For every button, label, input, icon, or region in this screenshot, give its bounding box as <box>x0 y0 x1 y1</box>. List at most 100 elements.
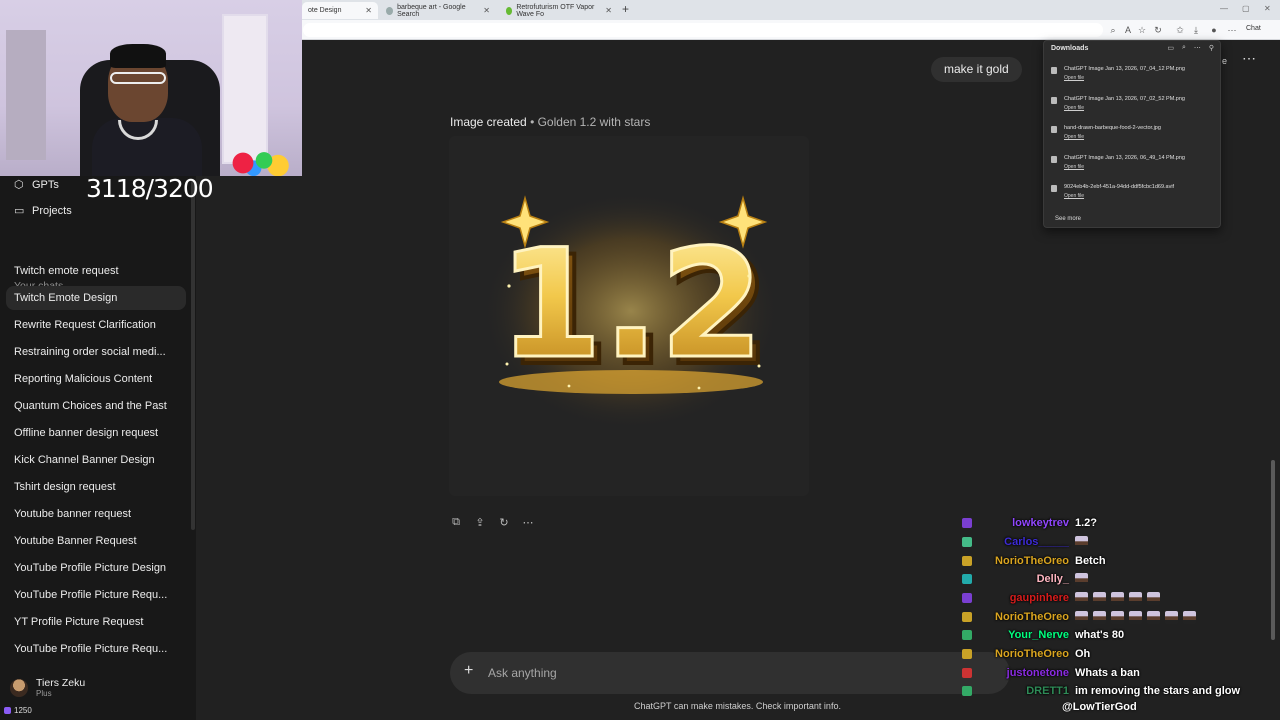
chat-username: lowkeytrev <box>1012 517 1069 529</box>
glitter <box>757 364 761 368</box>
file-icon <box>1051 185 1057 192</box>
sub-count: 1250 <box>14 706 32 715</box>
chat-item[interactable]: YouTube Profile Picture Requ... <box>14 589 167 601</box>
chat-item[interactable]: Rewrite Request Clarification <box>14 319 156 331</box>
download-item[interactable]: ChatGPT Image Jan 13, 2026, 06_49_14 PM.… <box>1051 155 1216 177</box>
emote-icon <box>1075 535 1088 549</box>
download-filename: hand-drawn-barbeque-food-2-vector.jpg <box>1064 125 1161 131</box>
open-file-link[interactable]: Open file <box>1064 134 1084 140</box>
open-file-link[interactable]: Open file <box>1064 193 1084 199</box>
downloads-panel: Downloads ▭ ⌕ ⋯ ⚲ ChatGPT Image Jan 13, … <box>1043 40 1221 228</box>
sidebar-item-gpts[interactable]: ⬡ GPTs <box>14 178 59 191</box>
close-tab-icon[interactable]: ✕ <box>365 6 372 15</box>
chat-item[interactable]: Tshirt design request <box>14 481 116 493</box>
add-attachment-icon[interactable]: + <box>464 662 473 680</box>
search-icon[interactable]: ⌕ <box>1182 44 1186 52</box>
chat-item[interactable]: Twitch emote request <box>14 265 119 277</box>
download-item[interactable]: hand-drawn-barbeque-food-2-vector.jpg Op… <box>1051 125 1216 147</box>
chat-username: Your_Nerve <box>1008 629 1069 641</box>
sidebar-item-projects[interactable]: ▭ Projects <box>14 204 72 217</box>
glitter <box>697 386 701 390</box>
read-aloud-icon[interactable]: A <box>1122 24 1134 36</box>
open-file-link[interactable]: Open file <box>1064 164 1084 170</box>
sub-badge-icon <box>962 593 972 603</box>
chat-item[interactable]: Offline banner design request <box>14 427 158 439</box>
disclaimer-text: ChatGPT can make mistakes. Check importa… <box>634 701 841 711</box>
webcam-rug <box>222 150 292 176</box>
tab-twitch-emote-design[interactable]: ote Design ✕ <box>302 2 378 19</box>
chat-text-continuation: @LowTierGod <box>1062 701 1137 713</box>
regenerate-icon[interactable]: ↻ <box>498 516 510 530</box>
chat-item[interactable]: Restraining order social medi... <box>14 346 166 358</box>
emote-icon <box>1111 591 1124 605</box>
chat-item[interactable]: Reporting Malicious Content <box>14 373 152 385</box>
image-created-label: Image created <box>450 115 527 129</box>
emote-icon <box>1147 610 1160 624</box>
tab-barbeque-search[interactable]: barbeque art - Google Search ✕ <box>380 2 496 19</box>
chat-username: NorioTheOreo <box>995 648 1069 660</box>
copy-icon[interactable]: ⧉ <box>450 516 462 530</box>
downloads-icon[interactable]: ⤓ <box>1190 24 1202 36</box>
chat-item[interactable]: Kick Channel Banner Design <box>14 454 155 466</box>
account-menu[interactable]: Tiers Zeku Plus <box>10 677 85 698</box>
url-field[interactable] <box>303 23 1103 37</box>
share-icon[interactable]: ⇪ <box>474 516 486 530</box>
chat-item[interactable]: Quantum Choices and the Past <box>14 400 167 412</box>
user-message: make it gold <box>931 57 1022 82</box>
close-window-icon[interactable]: ✕ <box>1264 4 1271 13</box>
profile-icon[interactable]: ● <box>1208 24 1220 36</box>
emote-icon <box>1165 610 1178 624</box>
new-tab-icon[interactable]: + <box>622 2 629 16</box>
chat-text: Whats a ban <box>1075 667 1140 679</box>
emote-icon <box>1093 610 1106 624</box>
see-more-link[interactable]: See more <box>1055 216 1081 222</box>
open-file-link[interactable]: Open file <box>1064 75 1084 81</box>
favorite-star-icon[interactable]: ☆ <box>1136 24 1148 36</box>
site-favicon-icon <box>506 6 513 15</box>
open-folder-icon[interactable]: ▭ <box>1167 44 1174 52</box>
file-icon <box>1051 67 1057 74</box>
prompt-input[interactable] <box>488 664 948 682</box>
download-item[interactable]: ChatGPT Image Jan 13, 2026, 07_04_12 PM.… <box>1051 66 1216 88</box>
emote-icon <box>1075 572 1088 586</box>
copilot-chat-button[interactable]: Chat <box>1246 25 1261 32</box>
conversation-options-icon[interactable]: ⋯ <box>1242 50 1256 67</box>
chat-item[interactable]: YT Profile Picture Request <box>14 616 143 628</box>
minimize-icon[interactable]: — <box>1220 4 1228 13</box>
tab-label: ote Design <box>308 7 342 14</box>
chat-item[interactable]: YouTube Profile Picture Requ... <box>14 643 167 655</box>
file-icon <box>1051 97 1057 104</box>
refresh-icon[interactable]: ↻ <box>1152 24 1164 36</box>
more-options-icon[interactable]: ⋯ <box>522 516 534 530</box>
generated-image[interactable]: 1.2 1.2 <box>449 136 809 496</box>
close-tab-icon[interactable]: ✕ <box>605 6 612 15</box>
tab-retrofuturism-font[interactable]: Retrofuturism OTF Vapor Wave Fo ✕ <box>500 2 618 19</box>
zoom-icon[interactable]: ⌕ <box>1107 24 1119 36</box>
more-icon[interactable]: ⋯ <box>1194 44 1201 52</box>
sidebar-scrollbar[interactable] <box>191 180 195 530</box>
open-file-link[interactable]: Open file <box>1064 105 1084 111</box>
chat-item-active[interactable]: Twitch Emote Design <box>14 292 117 304</box>
emote-icon <box>1075 610 1088 624</box>
favorites-icon[interactable]: ✩ <box>1174 24 1186 36</box>
chat-item[interactable]: Youtube Banner Request <box>14 535 137 547</box>
obscured-text-fragment: e <box>1222 56 1228 66</box>
menu-dots-icon[interactable]: ⋯ <box>1226 24 1238 36</box>
maximize-icon[interactable]: ▢ <box>1242 4 1250 13</box>
message-composer: + <box>450 652 1010 694</box>
glitter <box>747 274 751 278</box>
chat-message: NorioTheOreo <box>962 609 1201 625</box>
file-icon <box>1051 156 1057 163</box>
chat-item[interactable]: Youtube banner request <box>14 508 131 520</box>
chat-text: what's 80 <box>1075 629 1125 641</box>
page-scrollbar[interactable] <box>1271 460 1275 640</box>
close-tab-icon[interactable]: ✕ <box>483 6 490 15</box>
download-item[interactable]: ChatGPT Image Jan 13, 2026, 07_02_52 PM.… <box>1051 96 1216 118</box>
image-number: 1.2 <box>498 218 764 392</box>
emote-icon <box>1183 610 1196 624</box>
chat-item[interactable]: YouTube Profile Picture Design <box>14 562 166 574</box>
pin-icon[interactable]: ⚲ <box>1209 44 1214 52</box>
chat-message: DRETT1 im removing the stars and glow <box>962 683 1240 699</box>
user-name: Tiers Zeku <box>36 677 86 689</box>
download-item[interactable]: 9024eb4b-2ebf-451a-94dd-ddf5fcbc1d69.avi… <box>1051 184 1216 206</box>
